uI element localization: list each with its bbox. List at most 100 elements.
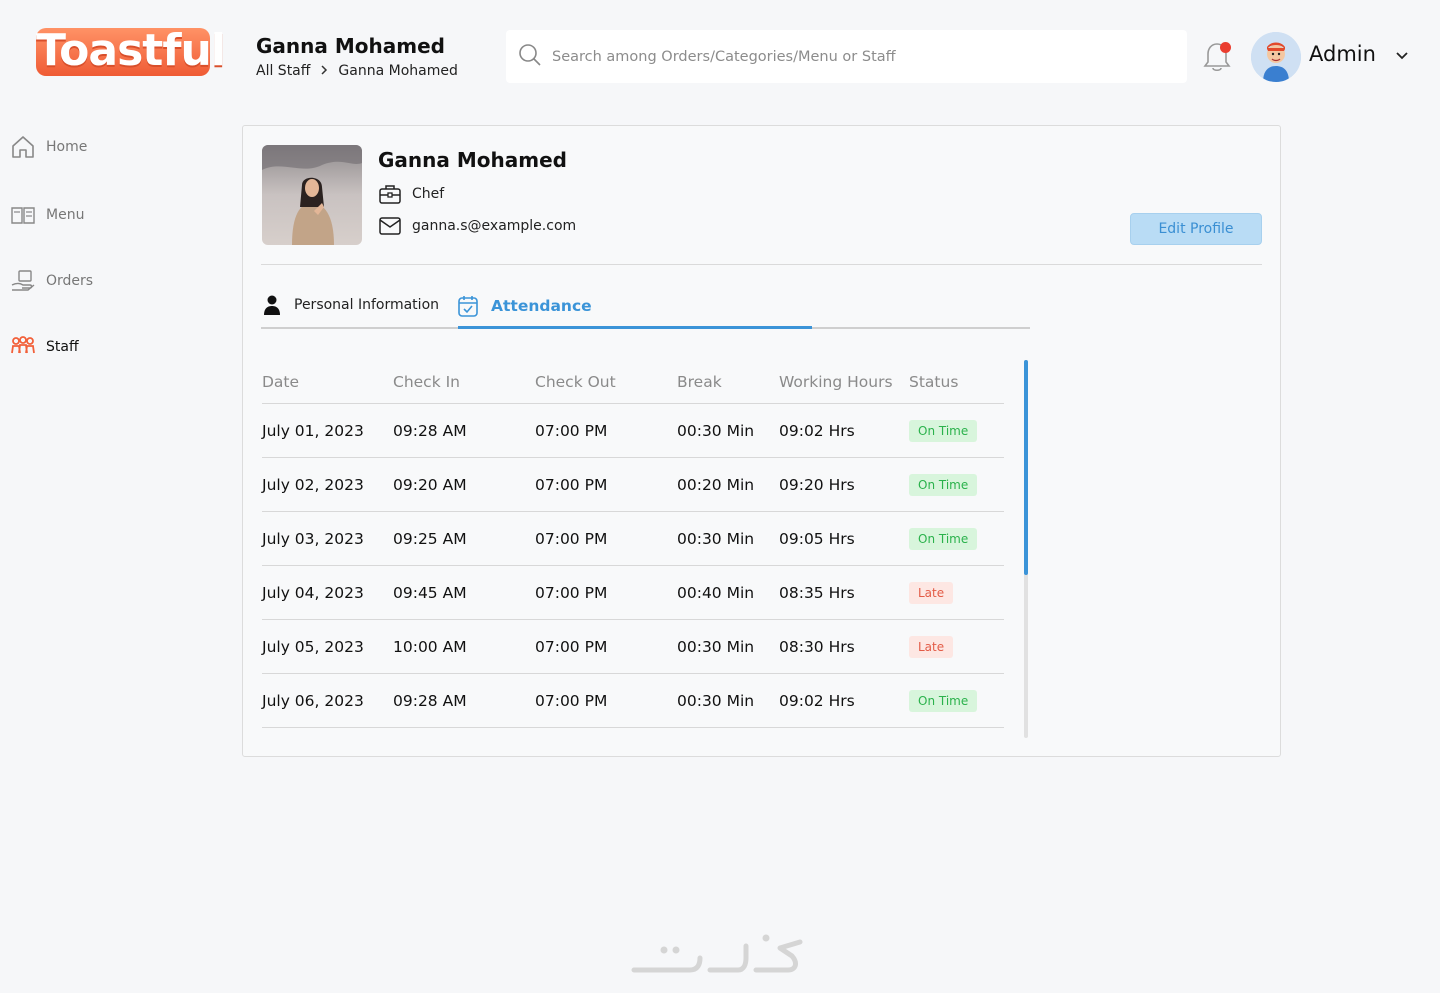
break-cell: 00:30 Min xyxy=(677,529,755,548)
check-out-cell: 07:00 PM xyxy=(535,691,608,710)
profile-photo xyxy=(262,145,362,245)
logo-text: Toastful xyxy=(36,25,226,76)
divider xyxy=(261,264,1262,265)
breadcrumb: All Staff Ganna Mohamed xyxy=(256,63,458,79)
search-bar xyxy=(506,30,1187,83)
watermark-logo xyxy=(620,930,820,980)
search-icon xyxy=(518,43,542,71)
chevron-right-icon xyxy=(320,64,328,78)
table-header: Date Check In Check Out Break Working Ho… xyxy=(262,360,1004,404)
tab-attendance[interactable]: Attendance xyxy=(457,294,592,318)
date-cell: July 01, 2023 xyxy=(262,421,364,440)
active-tab-indicator xyxy=(458,326,812,329)
home-icon xyxy=(12,136,34,158)
status-cell: On Time xyxy=(909,458,978,511)
status-cell: On Time xyxy=(909,512,978,565)
status-badge: On Time xyxy=(909,419,978,442)
attendance-table: Date Check In Check Out Break Working Ho… xyxy=(262,360,1004,728)
profile-email-text: ganna.s@example.com xyxy=(412,218,577,234)
profile-name: Ganna Mohamed xyxy=(378,148,567,172)
sidebar-item-label: Menu xyxy=(46,207,85,223)
date-cell: July 04, 2023 xyxy=(262,583,364,602)
chevron-down-icon[interactable] xyxy=(1394,48,1410,64)
column-header-date: Date xyxy=(262,372,300,391)
break-cell: 00:30 Min xyxy=(677,637,755,656)
column-header-check-out: Check Out xyxy=(535,372,616,391)
table-row: July 02, 2023 09:20 AM 07:00 PM 00:20 Min 09… xyxy=(262,458,1004,512)
status-badge: Late xyxy=(909,581,954,604)
search-input[interactable] xyxy=(552,48,1187,65)
profile-role: Chef xyxy=(378,182,444,206)
column-header-working-hours: Working Hours xyxy=(779,372,893,391)
status-badge: On Time xyxy=(909,527,978,550)
bell-icon[interactable] xyxy=(1201,40,1233,74)
avatar[interactable] xyxy=(1251,32,1301,82)
break-cell: 00:30 Min xyxy=(677,421,755,440)
sidebar-item-orders[interactable]: Orders xyxy=(10,268,93,294)
check-in-cell: 10:00 AM xyxy=(393,637,467,656)
sidebar-item-label: Home xyxy=(46,139,88,155)
check-in-cell: 09:45 AM xyxy=(393,583,467,602)
check-in-cell: 09:20 AM xyxy=(393,475,467,494)
briefcase-icon xyxy=(379,185,401,204)
breadcrumb-all-staff[interactable]: All Staff xyxy=(256,63,310,79)
check-out-cell: 07:00 PM xyxy=(535,475,608,494)
status-badge: On Time xyxy=(909,689,978,712)
profile-role-text: Chef xyxy=(412,186,445,202)
status-badge: Late xyxy=(909,635,954,658)
break-cell: 00:20 Min xyxy=(677,475,755,494)
status-cell: On Time xyxy=(909,674,978,727)
edit-profile-button[interactable]: Edit Profile xyxy=(1130,213,1262,245)
working-hours-cell: 09:02 Hrs xyxy=(779,691,855,710)
check-in-cell: 09:28 AM xyxy=(393,421,467,440)
working-hours-cell: 09:02 Hrs xyxy=(779,421,855,440)
check-in-cell: 09:25 AM xyxy=(393,529,467,548)
sidebar-item-staff[interactable]: Staff xyxy=(10,334,79,360)
check-out-cell: 07:00 PM xyxy=(535,637,608,656)
table-row: July 03, 2023 09:25 AM 07:00 PM 00:30 Min 09… xyxy=(262,512,1004,566)
working-hours-cell: 08:30 Hrs xyxy=(779,637,855,656)
date-cell: July 03, 2023 xyxy=(262,529,364,548)
table-row: July 04, 2023 09:45 AM 07:00 PM 00:40 Min 08… xyxy=(262,566,1004,620)
column-header-status: Status xyxy=(909,372,959,391)
calendar-check-icon xyxy=(458,296,478,317)
notification-dot xyxy=(1220,42,1231,53)
sidebar-item-menu[interactable]: Menu xyxy=(10,202,84,228)
break-cell: 00:40 Min xyxy=(677,583,755,602)
column-header-check-in: Check In xyxy=(393,372,461,391)
book-icon xyxy=(11,207,35,224)
table-row: July 05, 2023 10:00 AM 07:00 PM 00:30 Min 08… xyxy=(262,620,1004,674)
sidebar-item-home[interactable]: Home xyxy=(10,134,87,160)
profile-email: ganna.s@example.com xyxy=(378,214,576,238)
date-cell: July 02, 2023 xyxy=(262,475,364,494)
check-out-cell: 07:00 PM xyxy=(535,421,608,440)
check-out-cell: 07:00 PM xyxy=(535,583,608,602)
orders-icon xyxy=(11,270,35,291)
tab-label: Personal Information xyxy=(294,297,440,313)
sidebar-item-label: Orders xyxy=(46,273,94,289)
working-hours-cell: 08:35 Hrs xyxy=(779,583,855,602)
breadcrumb-current: Ganna Mohamed xyxy=(338,63,458,79)
break-cell: 00:30 Min xyxy=(677,691,755,710)
table-row: July 01, 2023 09:28 AM 07:00 PM 00:30 Min 09… xyxy=(262,404,1004,458)
sidebar-item-label: Staff xyxy=(46,339,79,355)
tab-personal-information[interactable]: Personal Information xyxy=(262,294,439,316)
check-in-cell: 09:28 AM xyxy=(393,691,467,710)
scrollbar-thumb[interactable] xyxy=(1024,360,1028,575)
user-icon xyxy=(264,295,280,315)
status-cell: On Time xyxy=(909,404,978,457)
date-cell: July 05, 2023 xyxy=(262,637,364,656)
check-out-cell: 07:00 PM xyxy=(535,529,608,548)
user-name[interactable]: Admin xyxy=(1309,42,1376,66)
tab-label: Attendance xyxy=(491,297,592,315)
status-cell: Late xyxy=(909,620,954,673)
mail-icon xyxy=(379,217,401,235)
staff-icon xyxy=(11,336,35,354)
working-hours-cell: 09:05 Hrs xyxy=(779,529,855,548)
working-hours-cell: 09:20 Hrs xyxy=(779,475,855,494)
status-badge: On Time xyxy=(909,473,978,496)
date-cell: July 06, 2023 xyxy=(262,691,364,710)
column-header-break: Break xyxy=(677,372,722,391)
table-row: July 06, 2023 09:28 AM 07:00 PM 00:30 Min 09… xyxy=(262,674,1004,728)
page-title: Ganna Mohamed xyxy=(256,34,445,58)
